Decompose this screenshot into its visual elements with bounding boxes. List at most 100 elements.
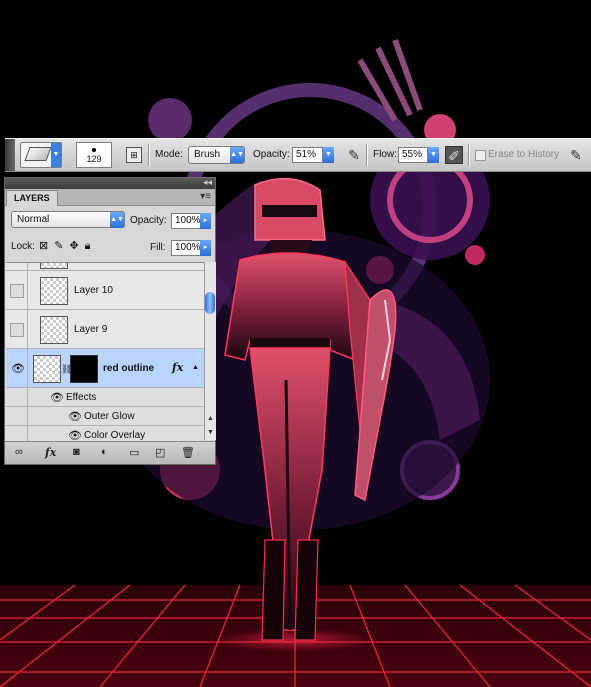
new-adjustment-layer-icon[interactable]: ◐ [101,446,108,458]
chevron-down-icon[interactable]: ▼ [428,147,439,163]
lock-icons-group: ⊠✎✥🔒︎ [39,239,97,253]
tablet-pressure-opacity-button[interactable]: ✎ [345,146,363,164]
brush-preset-icon [92,148,96,152]
eye-icon: 👁︎ [11,363,25,375]
flow-label: Flow: [373,149,397,160]
visibility-spacer [6,407,28,425]
flow-value: 55% [402,149,423,160]
layer-thumbnail [40,277,68,305]
collapse-icon[interactable]: ◂◂ [203,177,212,188]
visibility-toggle[interactable] [6,271,28,309]
eye-icon[interactable]: 👁︎ [68,410,82,423]
visibility-spacer [6,388,28,406]
fx-icon[interactable]: fx [172,361,183,374]
fill-label: Fill: [150,242,166,253]
chevron-updown-icon: ▲▼ [110,212,124,228]
effects-label: Effects [66,392,97,403]
divider [468,144,470,166]
blend-mode-value: Normal [17,214,50,225]
link-layers-icon[interactable]: ∞ [15,446,23,458]
eye-icon[interactable]: 👁︎ [50,391,64,404]
tablet-pressure-icon: ✎ [348,147,360,163]
chevron-down-icon: ▼ [51,143,61,167]
delete-layer-icon[interactable]: 🗑︎ [181,446,195,459]
opacity-label: Opacity: [253,149,290,160]
divider [148,144,150,166]
visibility-spacer [6,426,28,441]
erase-to-history-label: Erase to History [488,149,560,160]
fill-value: 100% [175,242,201,253]
flow-field[interactable]: 55% ▼ [398,147,439,163]
layer-row[interactable]: Layer 10 [6,271,204,310]
layer-thumbnail [40,316,68,344]
effect-row[interactable]: 👁︎ Outer Glow [6,407,204,426]
airbrush-icon: ✐ [448,148,460,164]
options-bar-grip[interactable] [5,139,15,171]
lock-label: Lock: [11,241,35,252]
divider [366,144,368,166]
layer-opacity-value: 100% [175,215,201,226]
visibility-toggle[interactable] [6,310,28,348]
layer-row-selected[interactable]: 👁︎ ⛓︎ red outline fx ▲ [6,349,204,388]
chevron-right-icon[interactable]: ▸ [200,213,211,229]
panel-tabs: LAYERS ▾≡ [5,189,215,206]
toggle-brush-palette-icon: ⊞ [130,150,138,160]
fill-field[interactable]: 100% ▸ [171,240,211,256]
effect-row[interactable]: 👁︎ Color Overlay [6,426,204,441]
layers-list: Layer 10 Layer 9 👁︎ ⛓︎ red outline fx ▲ … [6,262,204,441]
lock-transparency-icon[interactable]: ⊠ [39,240,54,252]
chevron-updown-icon: ▲▼ [230,147,244,163]
scroll-up-icon[interactable]: ▲ [205,415,216,422]
lock-image-icon[interactable]: ✎ [54,240,69,252]
layer-thumbnail[interactable] [33,355,61,383]
visibility-toggle[interactable]: 👁︎ [6,349,28,387]
new-layer-icon[interactable]: ◰ [155,446,165,459]
scroll-down-icon[interactable]: ▼ [205,429,216,436]
layer-name: Layer 10 [74,285,113,296]
layer-mask-thumbnail[interactable] [70,355,98,383]
erase-to-history-checkbox[interactable] [475,150,486,161]
brush-size-label: 129 [86,154,102,164]
eye-icon[interactable]: 👁︎ [68,429,82,441]
visibility-empty-box [10,284,24,298]
layers-panel: ◂◂ LAYERS ▾≡ Normal ▲▼ Opacity: 100% ▸ L… [4,177,216,465]
panel-menu-icon[interactable]: ▾≡ [200,191,211,202]
chevron-right-icon[interactable]: ▸ [200,240,211,256]
add-mask-icon[interactable]: ◙ [73,446,80,458]
opacity-value: 51% [296,149,317,160]
layer-opacity-field[interactable]: 100% ▸ [171,213,211,229]
opacity-field[interactable]: 51% ▼ [292,147,334,163]
tool-preset-picker[interactable]: ▼ [20,142,62,168]
scrollbar-thumb[interactable] [205,292,215,314]
layer-row-partial[interactable] [6,263,204,271]
layer-thumbnail [40,263,68,269]
mode-dropdown[interactable]: Brush ▲▼ [188,146,245,164]
tool-options-bar: ▼ 129 ⊞ Mode: Brush ▲▼ Opacity: 51% ▼ ✎ … [5,138,591,172]
layer-name: Layer 9 [74,324,108,335]
airbrush-button[interactable]: ✐ [445,146,463,164]
panel-title-bar[interactable]: ◂◂ [5,177,215,189]
layer-name: red outline [103,363,155,374]
tablet-pressure-size-button[interactable]: ✎ [567,146,585,164]
effects-row[interactable]: 👁︎ Effects [6,388,204,407]
tablet-pressure-icon: ✎ [570,147,582,163]
layer-row[interactable]: Layer 9 [6,310,204,349]
lock-all-icon[interactable]: 🔒︎ [85,240,97,252]
visibility-toggle[interactable] [6,263,28,270]
expand-effects-icon[interactable]: ▲ [192,364,199,371]
lock-position-icon[interactable]: ✥ [69,240,84,252]
tab-layers[interactable]: LAYERS [6,190,58,206]
toggle-brush-palette-button[interactable]: ⊞ [126,147,142,163]
blend-mode-dropdown[interactable]: Normal ▲▼ [11,211,125,228]
eraser-icon [24,147,52,161]
layer-opacity-label: Opacity: [130,215,167,226]
brush-preset-picker[interactable]: 129 [76,142,112,168]
add-layer-style-icon[interactable]: fx [45,446,56,459]
mode-value: Brush [194,149,221,160]
new-group-icon[interactable]: ▭ [129,446,139,459]
layers-scrollbar[interactable]: ▲ ▼ [204,262,216,440]
layers-panel-footer: ∞ fx ◙ ◐ ▭ ◰ 🗑︎ [5,441,215,464]
mode-label: Mode: [155,149,183,160]
effect-name: Color Overlay [84,430,146,441]
chevron-down-icon[interactable]: ▼ [323,147,334,163]
